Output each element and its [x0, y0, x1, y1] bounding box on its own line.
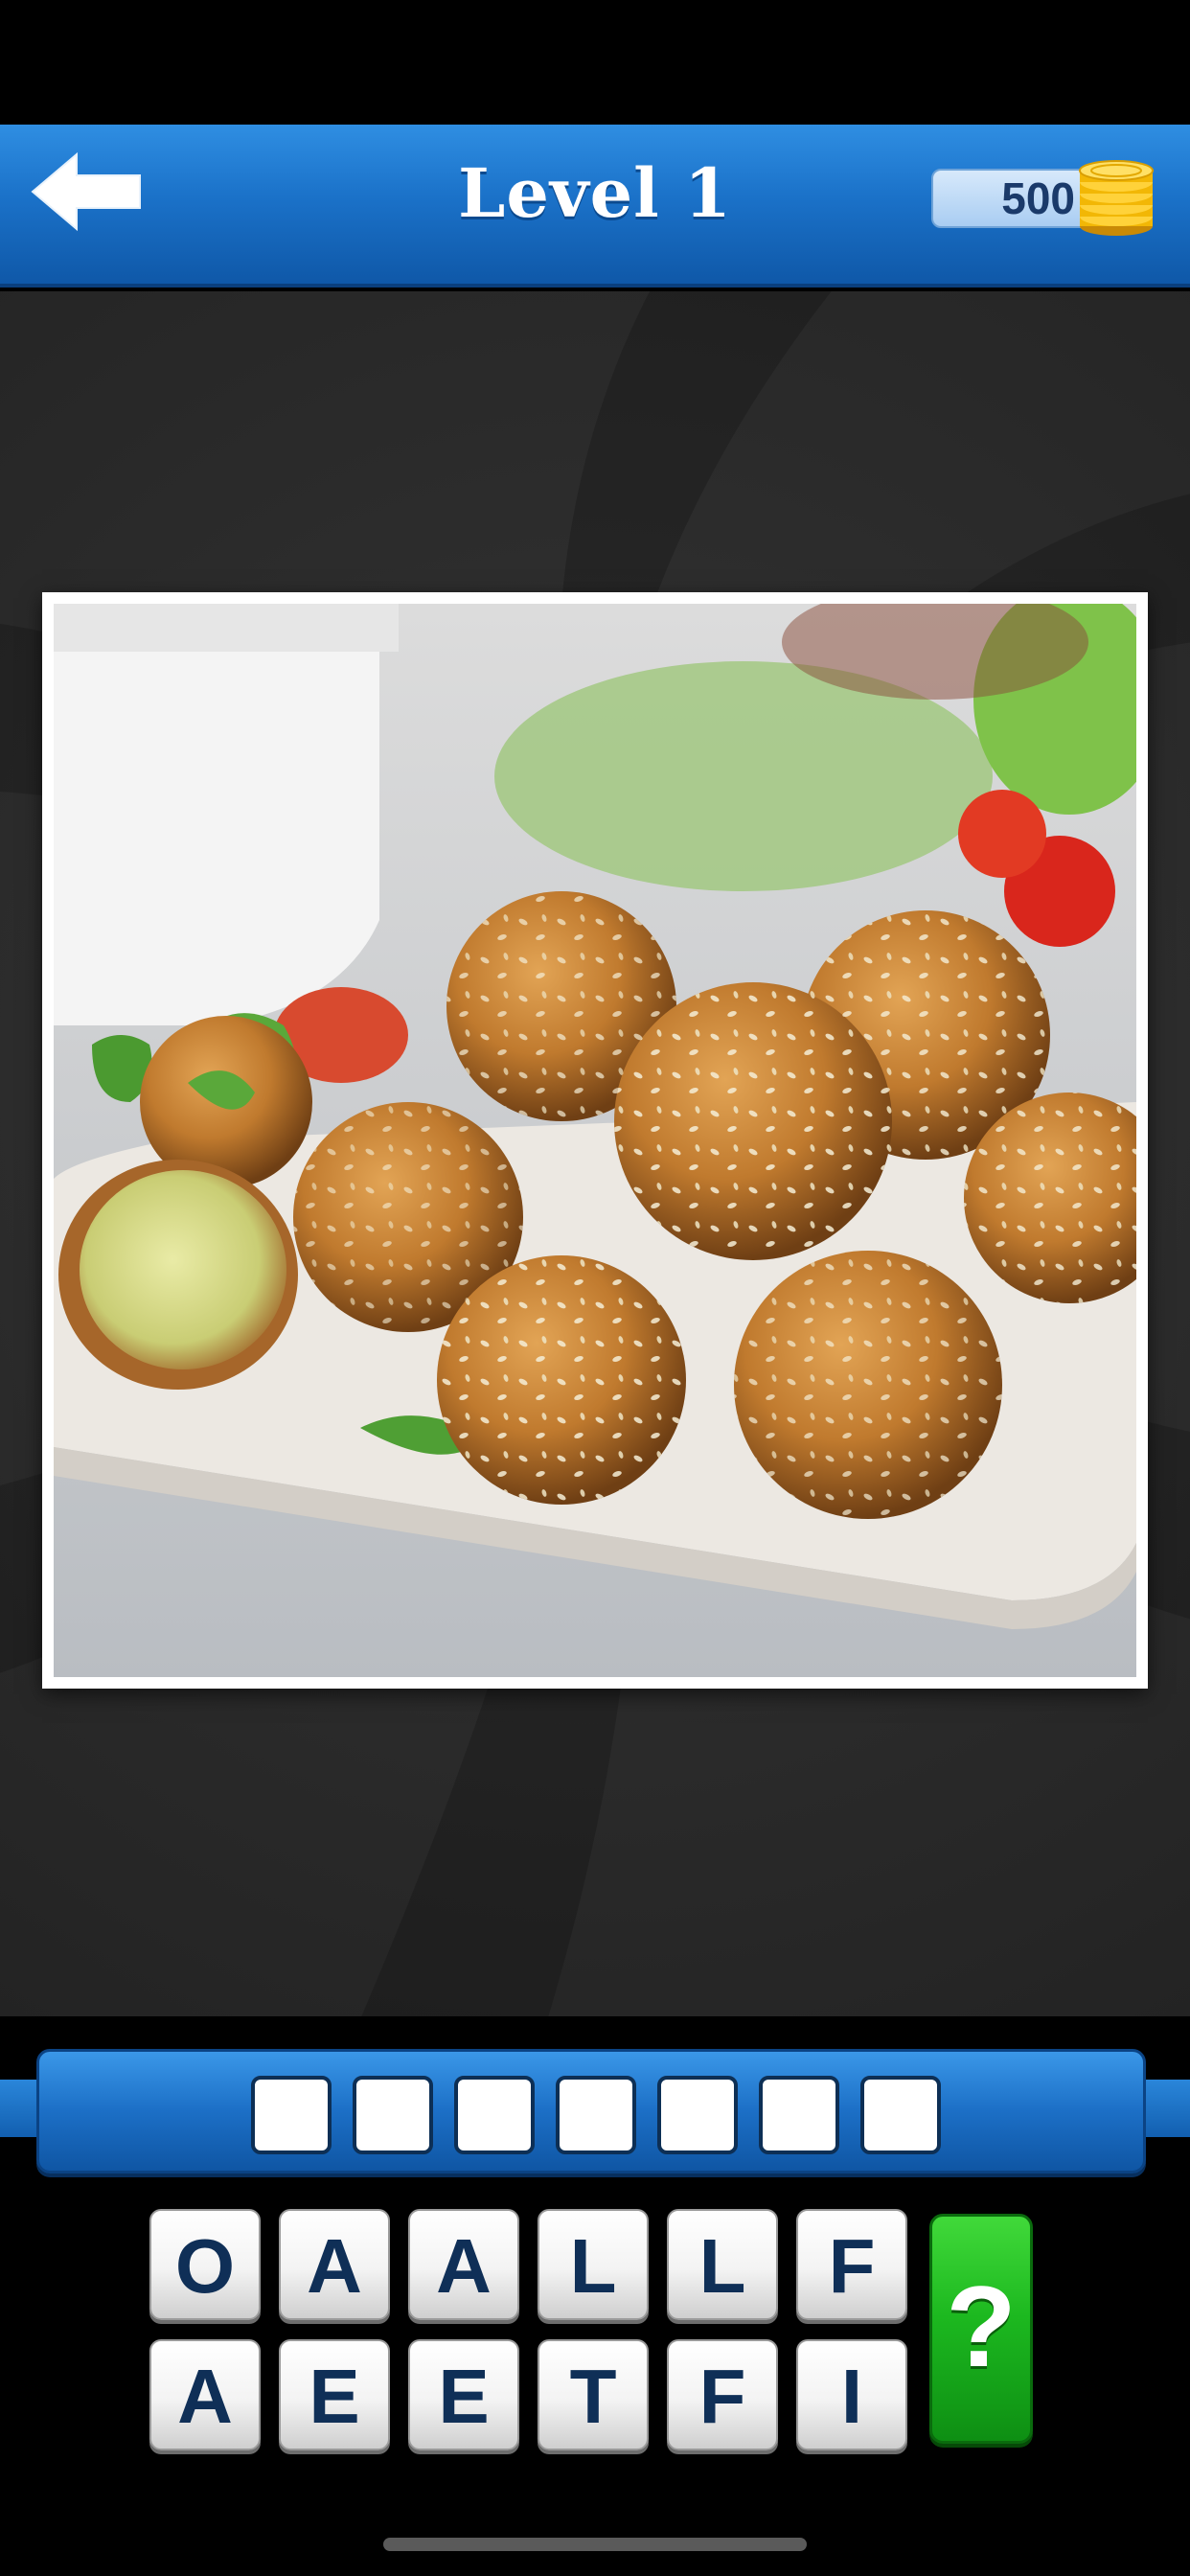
falafel-photo — [54, 604, 1136, 1677]
answer-slot[interactable] — [860, 2076, 941, 2154]
coin-balance[interactable]: 500 — [931, 160, 1161, 236]
coin-count: 500 — [1001, 173, 1075, 223]
letter-tile[interactable]: I — [796, 2339, 907, 2450]
answer-slot[interactable] — [353, 2076, 433, 2154]
letter-tile[interactable]: F — [667, 2339, 778, 2450]
letter-tile[interactable]: E — [279, 2339, 390, 2450]
letter-tile[interactable]: A — [149, 2339, 261, 2450]
coin-stack-icon — [1079, 160, 1154, 236]
puzzle-photo-frame — [42, 592, 1148, 1689]
letter-tiles: O A A L L F A E E T F I — [149, 2209, 916, 2458]
play-area — [0, 291, 1190, 2016]
letter-tile[interactable]: F — [796, 2209, 907, 2320]
letter-tile[interactable]: A — [408, 2209, 519, 2320]
header-bar: Level 1 500 — [0, 125, 1190, 288]
answer-slot[interactable] — [556, 2076, 636, 2154]
game-screen: Level 1 500 O A A L L F A E E T F I ? — [0, 0, 1190, 2576]
answer-slots — [251, 2076, 941, 2154]
letter-tile[interactable]: A — [279, 2209, 390, 2320]
letter-tile[interactable]: L — [667, 2209, 778, 2320]
letter-tile[interactable]: E — [408, 2339, 519, 2450]
answer-slot[interactable] — [759, 2076, 839, 2154]
hint-button[interactable]: ? — [929, 2214, 1033, 2444]
letter-tile[interactable]: L — [538, 2209, 649, 2320]
answer-slot[interactable] — [657, 2076, 738, 2154]
letter-tile[interactable]: O — [149, 2209, 261, 2320]
answer-slot[interactable] — [454, 2076, 535, 2154]
home-indicator — [383, 2538, 807, 2551]
letter-tile[interactable]: T — [538, 2339, 649, 2450]
answer-slot[interactable] — [251, 2076, 332, 2154]
